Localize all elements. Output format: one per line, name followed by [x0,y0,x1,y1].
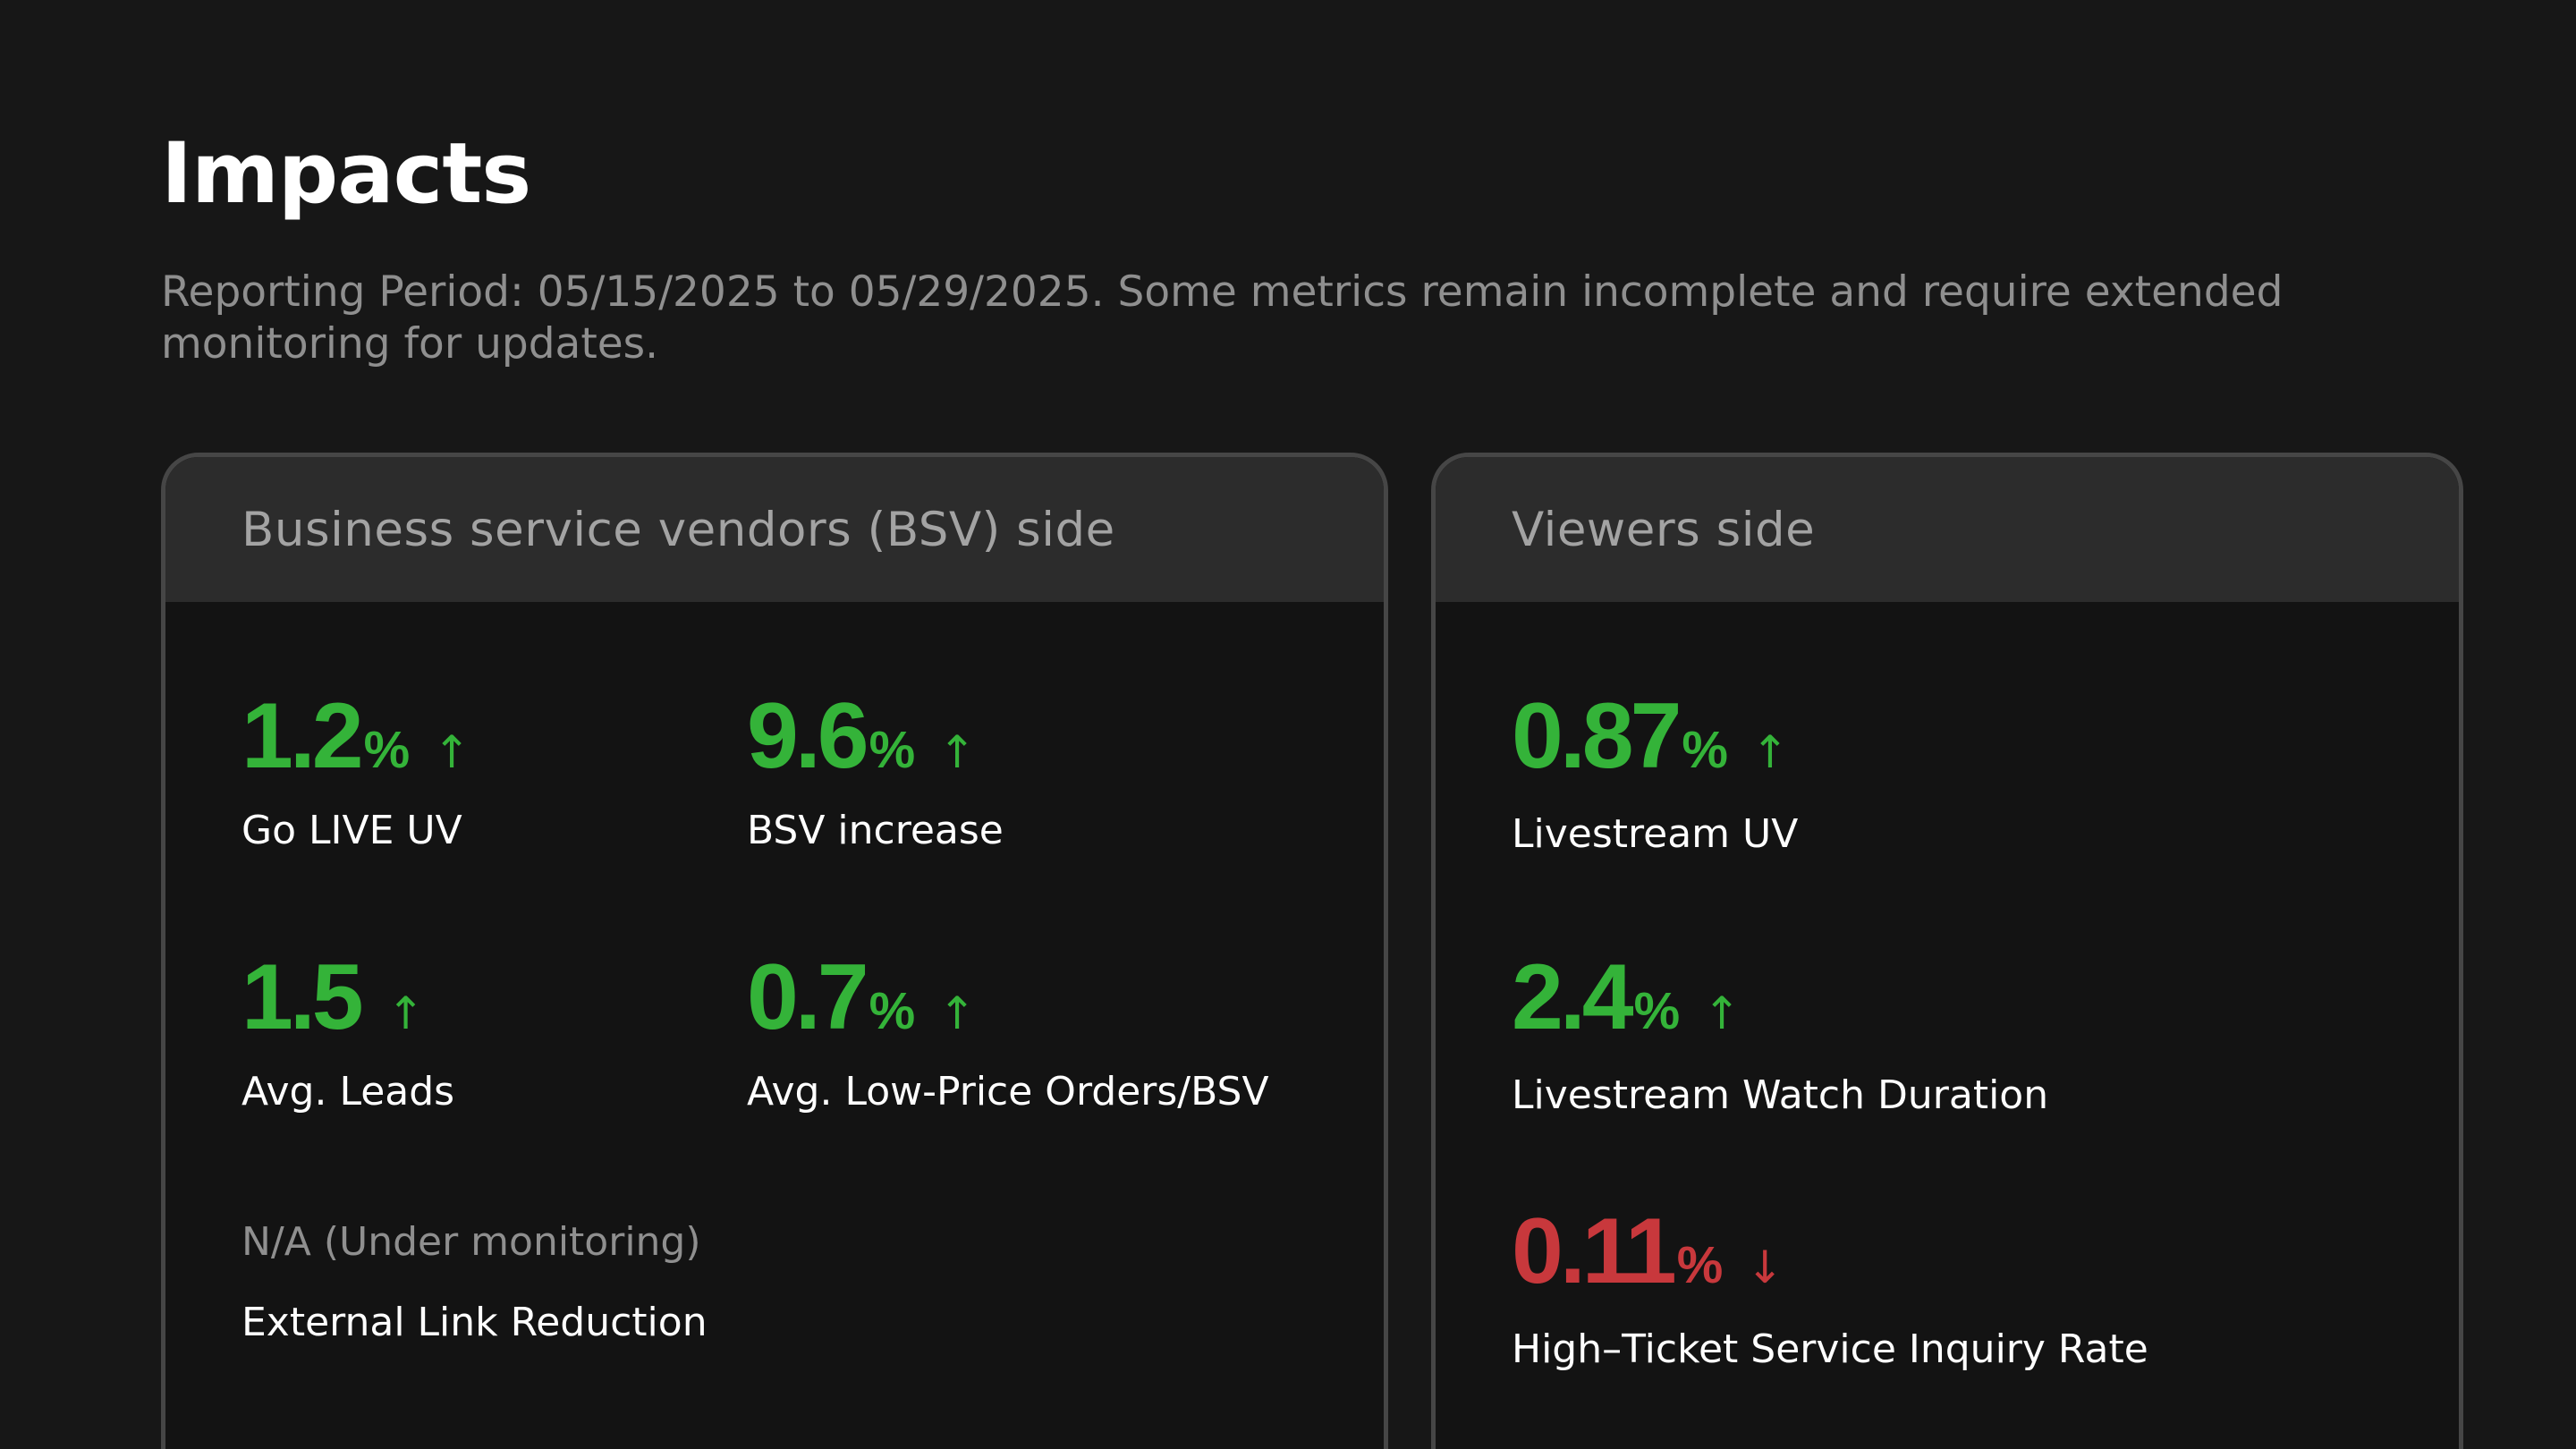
metric-external-link-reduction: N/A (Under monitoring) External Link Red… [242,1219,708,1346]
metric-value: 9.6 % ↑ [747,684,977,788]
metric-label: Livestream UV [1512,811,1799,857]
metric-avg-low-price-orders: 0.7 % ↑ Avg. Low-Price Orders/BSV [747,951,1269,1114]
metric-value: 0.7 % ↑ [747,945,977,1049]
arrow-up-icon: ↑ [938,987,977,1039]
arrow-up-icon: ↑ [1703,987,1741,1039]
viewers-card-title: Viewers side [1512,502,1816,557]
arrow-up-icon: ↑ [938,726,977,778]
metric-value: 2.4 % ↑ [1512,945,1741,1049]
page-title: Impacts [161,125,531,223]
metric-label: External Link Reduction [242,1300,708,1345]
arrow-up-icon: ↑ [1751,726,1789,778]
reporting-period-note: Reporting Period: 05/15/2025 to 05/29/20… [161,267,2284,369]
arrow-down-icon: ↓ [1746,1241,1784,1293]
metric-go-live-uv: 1.2 % ↑ Go LIVE UV [242,690,470,853]
arrow-up-icon: ↑ [386,987,425,1039]
bsv-card-title: Business service vendors (BSV) side [242,502,1115,557]
metric-livestream-uv: 0.87 % ↑ Livestream UV [1512,690,1798,857]
metric-avg-leads: 1.5 ↑ Avg. Leads [242,951,454,1114]
metric-livestream-watch-duration: 2.4 % ↑ Livestream Watch Duration [1512,951,2048,1118]
viewers-card: Viewers side 0.87 % ↑ Livestream UV 2.4 … [1431,453,2463,1449]
viewers-card-header: Viewers side [1436,457,2459,602]
metric-label: Avg. Leads [242,1069,455,1114]
bsv-card: Business service vendors (BSV) side 1.2 … [161,453,1388,1449]
metric-label: Avg. Low-Price Orders/BSV [747,1069,1269,1114]
arrow-up-icon: ↑ [433,726,471,778]
metric-label: Livestream Watch Duration [1512,1072,2049,1118]
metric-label: BSV increase [747,808,1004,853]
metric-value: 1.5 ↑ [242,945,425,1049]
metric-value: 0.87 % ↑ [1512,684,1789,788]
bsv-card-header: Business service vendors (BSV) side [165,457,1384,602]
metric-status: N/A (Under monitoring) [242,1219,701,1265]
metric-label: High–Ticket Service Inquiry Rate [1512,1326,2148,1372]
impacts-slide: Impacts Reporting Period: 05/15/2025 to … [0,0,2576,1449]
metric-value: 1.2 % ↑ [242,684,471,788]
metric-bsv-increase: 9.6 % ↑ BSV increase [747,690,1004,853]
metric-value: 0.11 % ↓ [1512,1199,1784,1303]
metric-label: Go LIVE UV [242,808,462,853]
metric-high-ticket-inquiry-rate: 0.11 % ↓ High–Ticket Service Inquiry Rat… [1512,1205,2148,1372]
